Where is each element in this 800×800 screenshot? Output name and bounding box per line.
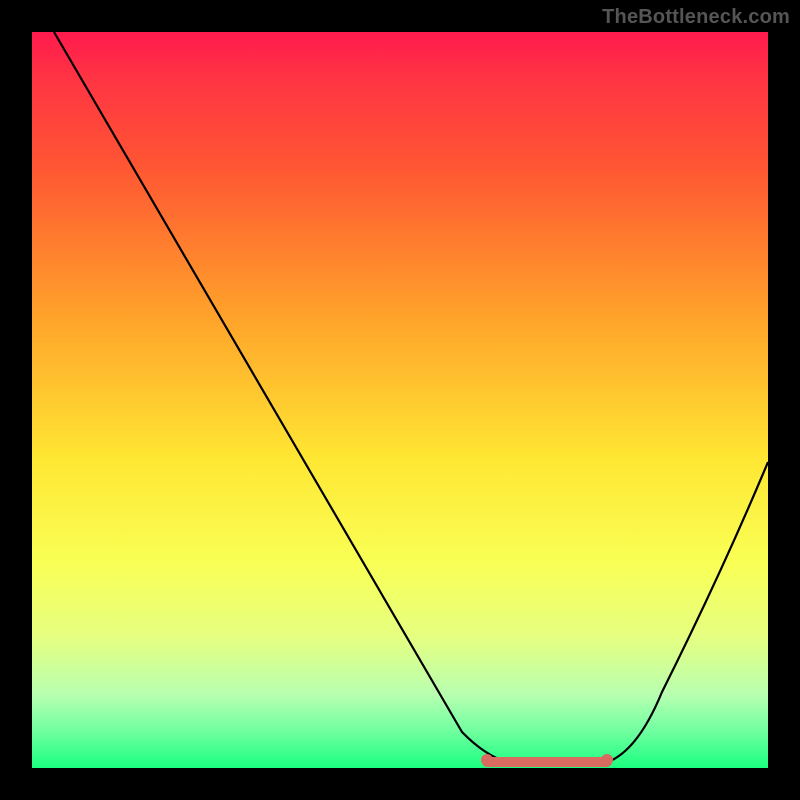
watermark-label: TheBottleneck.com bbox=[602, 6, 790, 29]
optimal-range-start-dot bbox=[481, 754, 493, 766]
optimal-range-end-dot bbox=[601, 754, 613, 766]
chart-frame: TheBottleneck.com bbox=[0, 0, 800, 800]
curve-path bbox=[54, 32, 768, 765]
bottleneck-curve-svg bbox=[32, 32, 768, 768]
plot-area bbox=[32, 32, 768, 768]
